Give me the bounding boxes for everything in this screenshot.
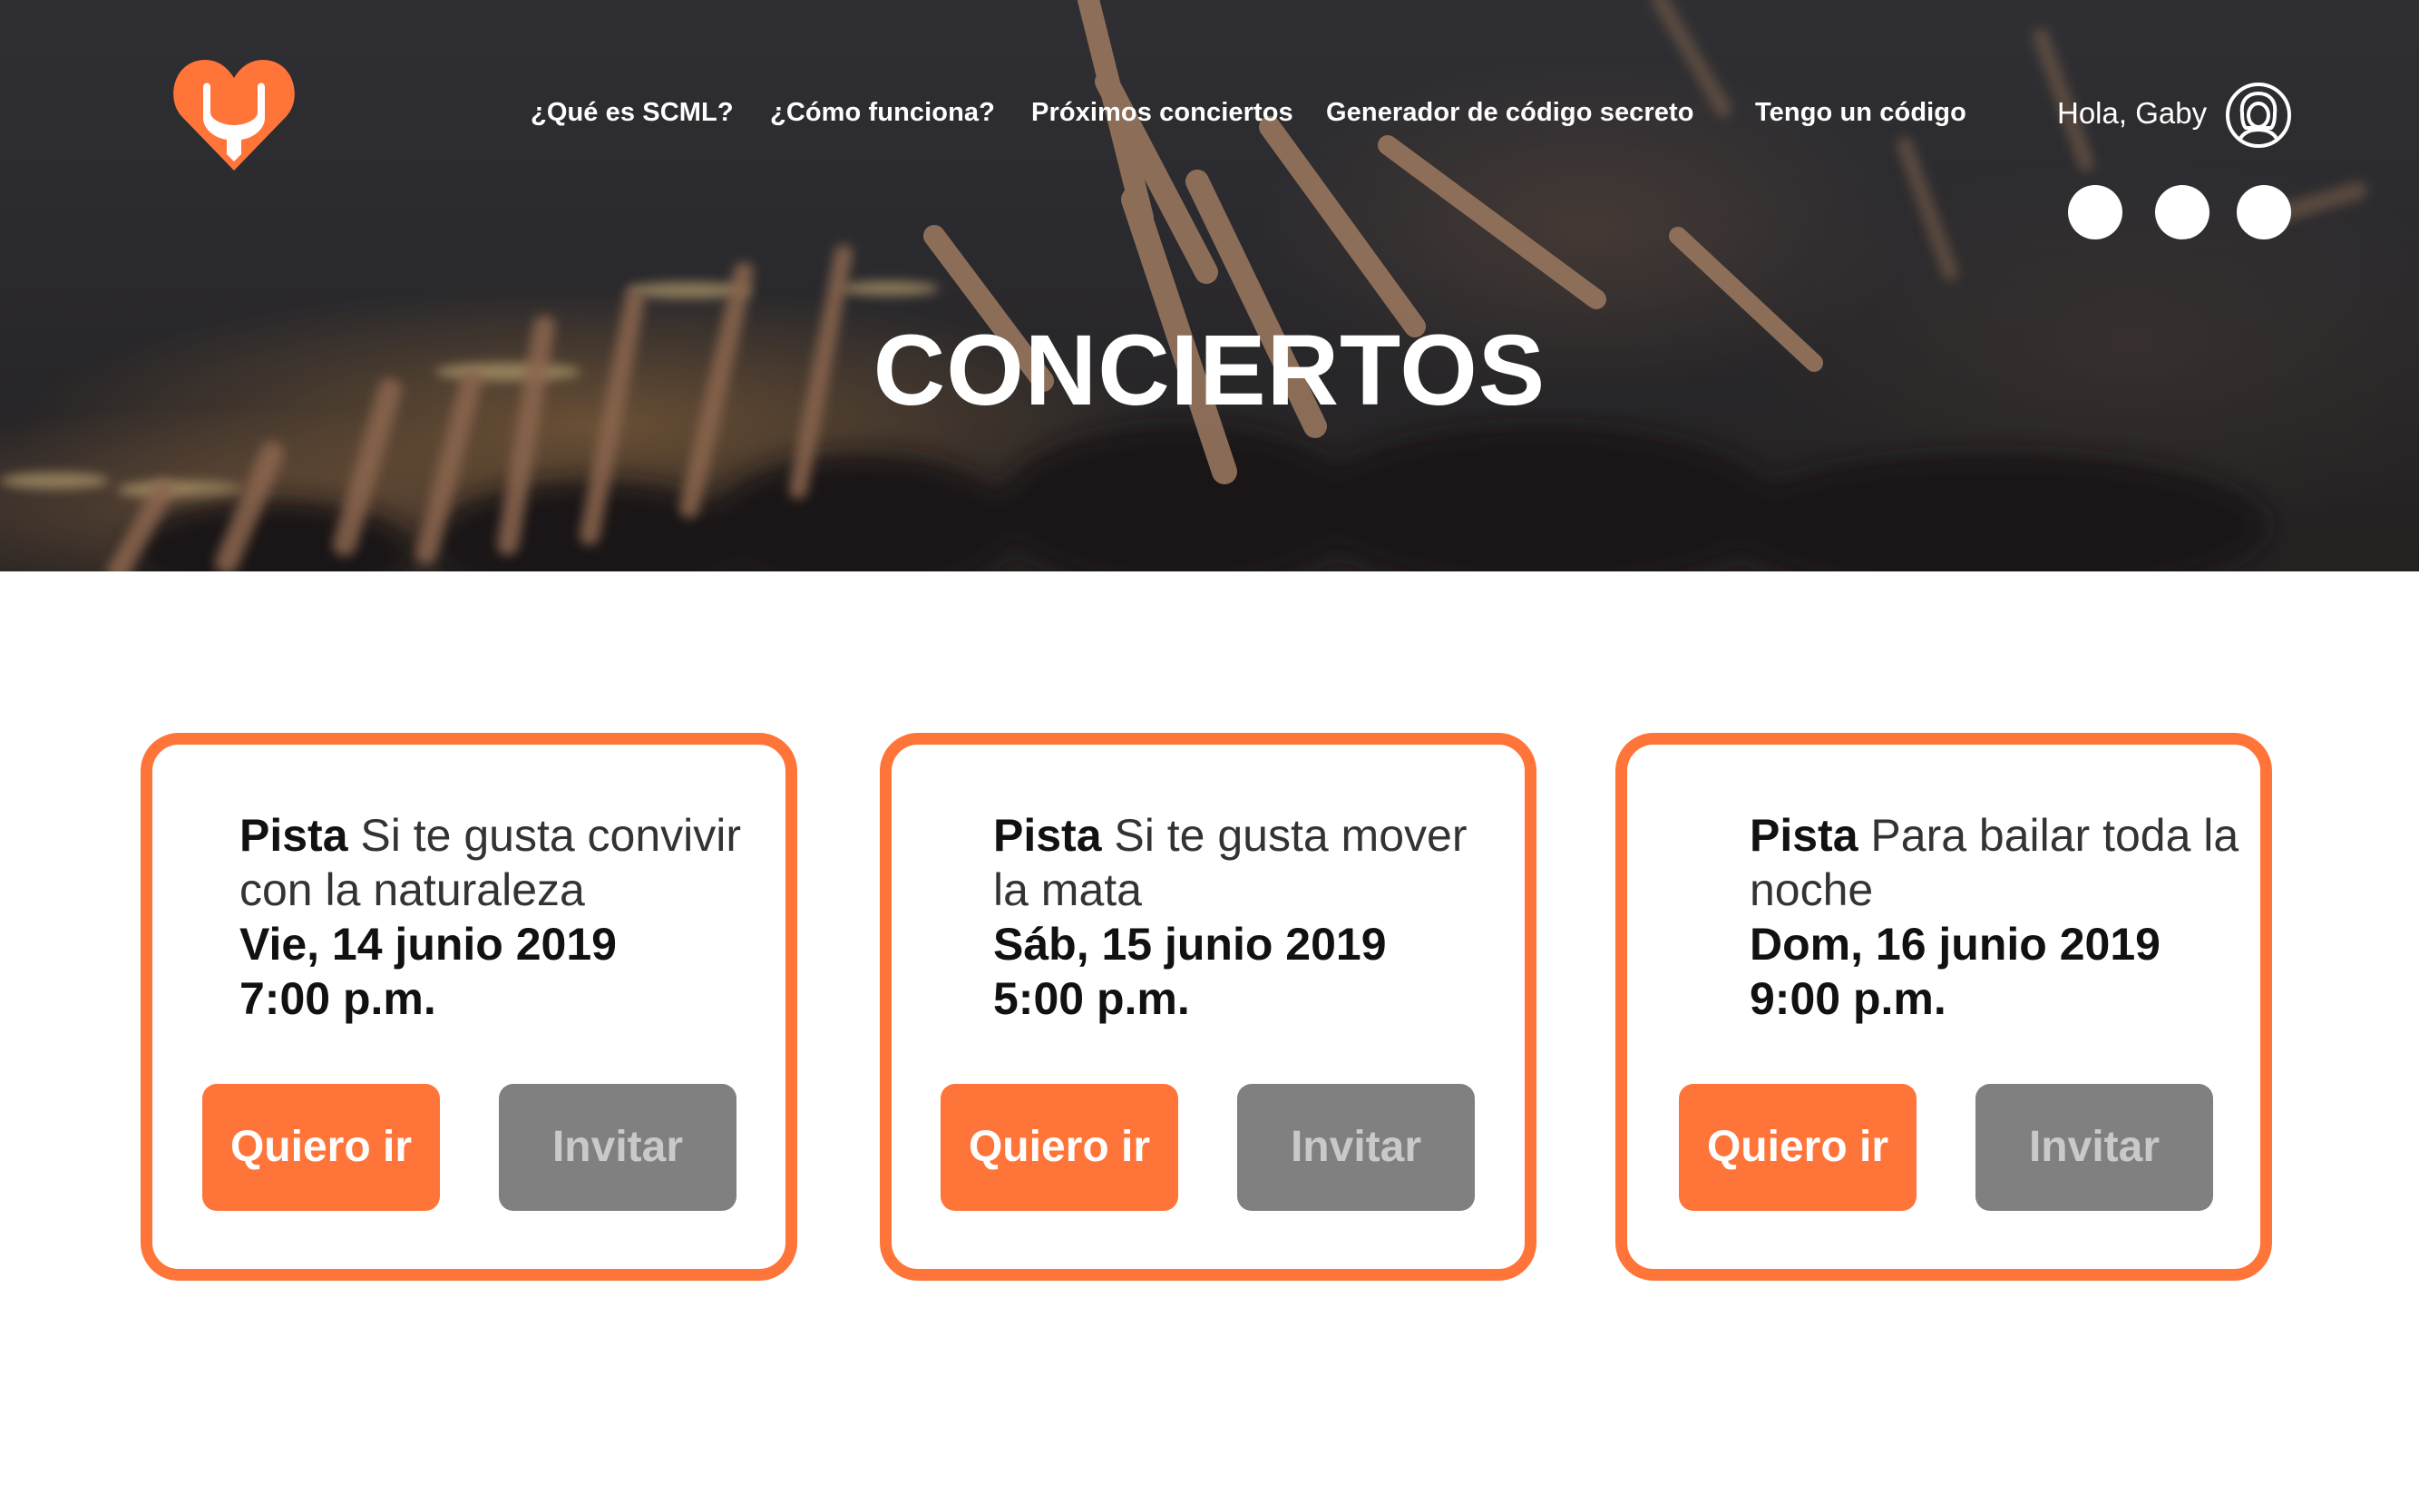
hero-banner: ¿Qué es SCML? ¿Cómo funciona? Próximos c… <box>0 0 2419 571</box>
card-date: Vie, 14 junio 2019 <box>239 919 617 970</box>
concert-info: Pista Si te gusta mover la mata Sáb, 15 … <box>993 808 1501 1026</box>
page-title: CONCIERTOS <box>873 315 1546 426</box>
card-label: Pista <box>1750 810 1871 861</box>
concert-card: Pista Para bailar toda la noche Dom, 16 … <box>1615 733 2272 1281</box>
card-label: Pista <box>239 810 361 861</box>
concert-card: Pista Si te gusta convivir con la natura… <box>141 733 797 1281</box>
card-time: 7:00 p.m. <box>239 973 436 1024</box>
concert-info: Pista Para bailar toda la noche Dom, 16 … <box>1750 808 2258 1026</box>
nav-item-generador-codigo[interactable]: Generador de código secreto <box>1326 98 1694 128</box>
concert-info: Pista Si te gusta convivir con la natura… <box>239 808 747 1026</box>
hero-overlay <box>0 0 2419 571</box>
social-icon-2[interactable] <box>2155 185 2209 239</box>
invitar-button[interactable]: Invitar <box>1237 1084 1475 1211</box>
card-time: 5:00 p.m. <box>993 973 1190 1024</box>
quiero-ir-button[interactable]: Quiero ir <box>1679 1084 1917 1211</box>
nav-item-como-funciona[interactable]: ¿Cómo funciona? <box>770 98 995 128</box>
social-icon-1[interactable] <box>2068 185 2122 239</box>
nav-item-proximos-conciertos[interactable]: Próximos conciertos <box>1031 98 1293 128</box>
main-nav: ¿Qué es SCML? ¿Cómo funciona? Próximos c… <box>0 98 2419 134</box>
user-avatar-icon[interactable] <box>2226 83 2291 148</box>
quiero-ir-button[interactable]: Quiero ir <box>941 1084 1178 1211</box>
card-date: Dom, 16 junio 2019 <box>1750 919 2161 970</box>
card-label: Pista <box>993 810 1115 861</box>
invitar-button[interactable]: Invitar <box>499 1084 736 1211</box>
quiero-ir-button[interactable]: Quiero ir <box>202 1084 440 1211</box>
invitar-button[interactable]: Invitar <box>1975 1084 2213 1211</box>
concert-card: Pista Si te gusta mover la mata Sáb, 15 … <box>880 733 1536 1281</box>
nav-item-que-es-scml[interactable]: ¿Qué es SCML? <box>531 98 734 128</box>
nav-item-tengo-un-codigo[interactable]: Tengo un código <box>1755 98 1966 128</box>
social-icon-3[interactable] <box>2237 185 2291 239</box>
user-greeting: Hola, Gaby <box>2057 96 2208 130</box>
card-time: 9:00 p.m. <box>1750 973 1946 1024</box>
card-date: Sáb, 15 junio 2019 <box>993 919 1387 970</box>
